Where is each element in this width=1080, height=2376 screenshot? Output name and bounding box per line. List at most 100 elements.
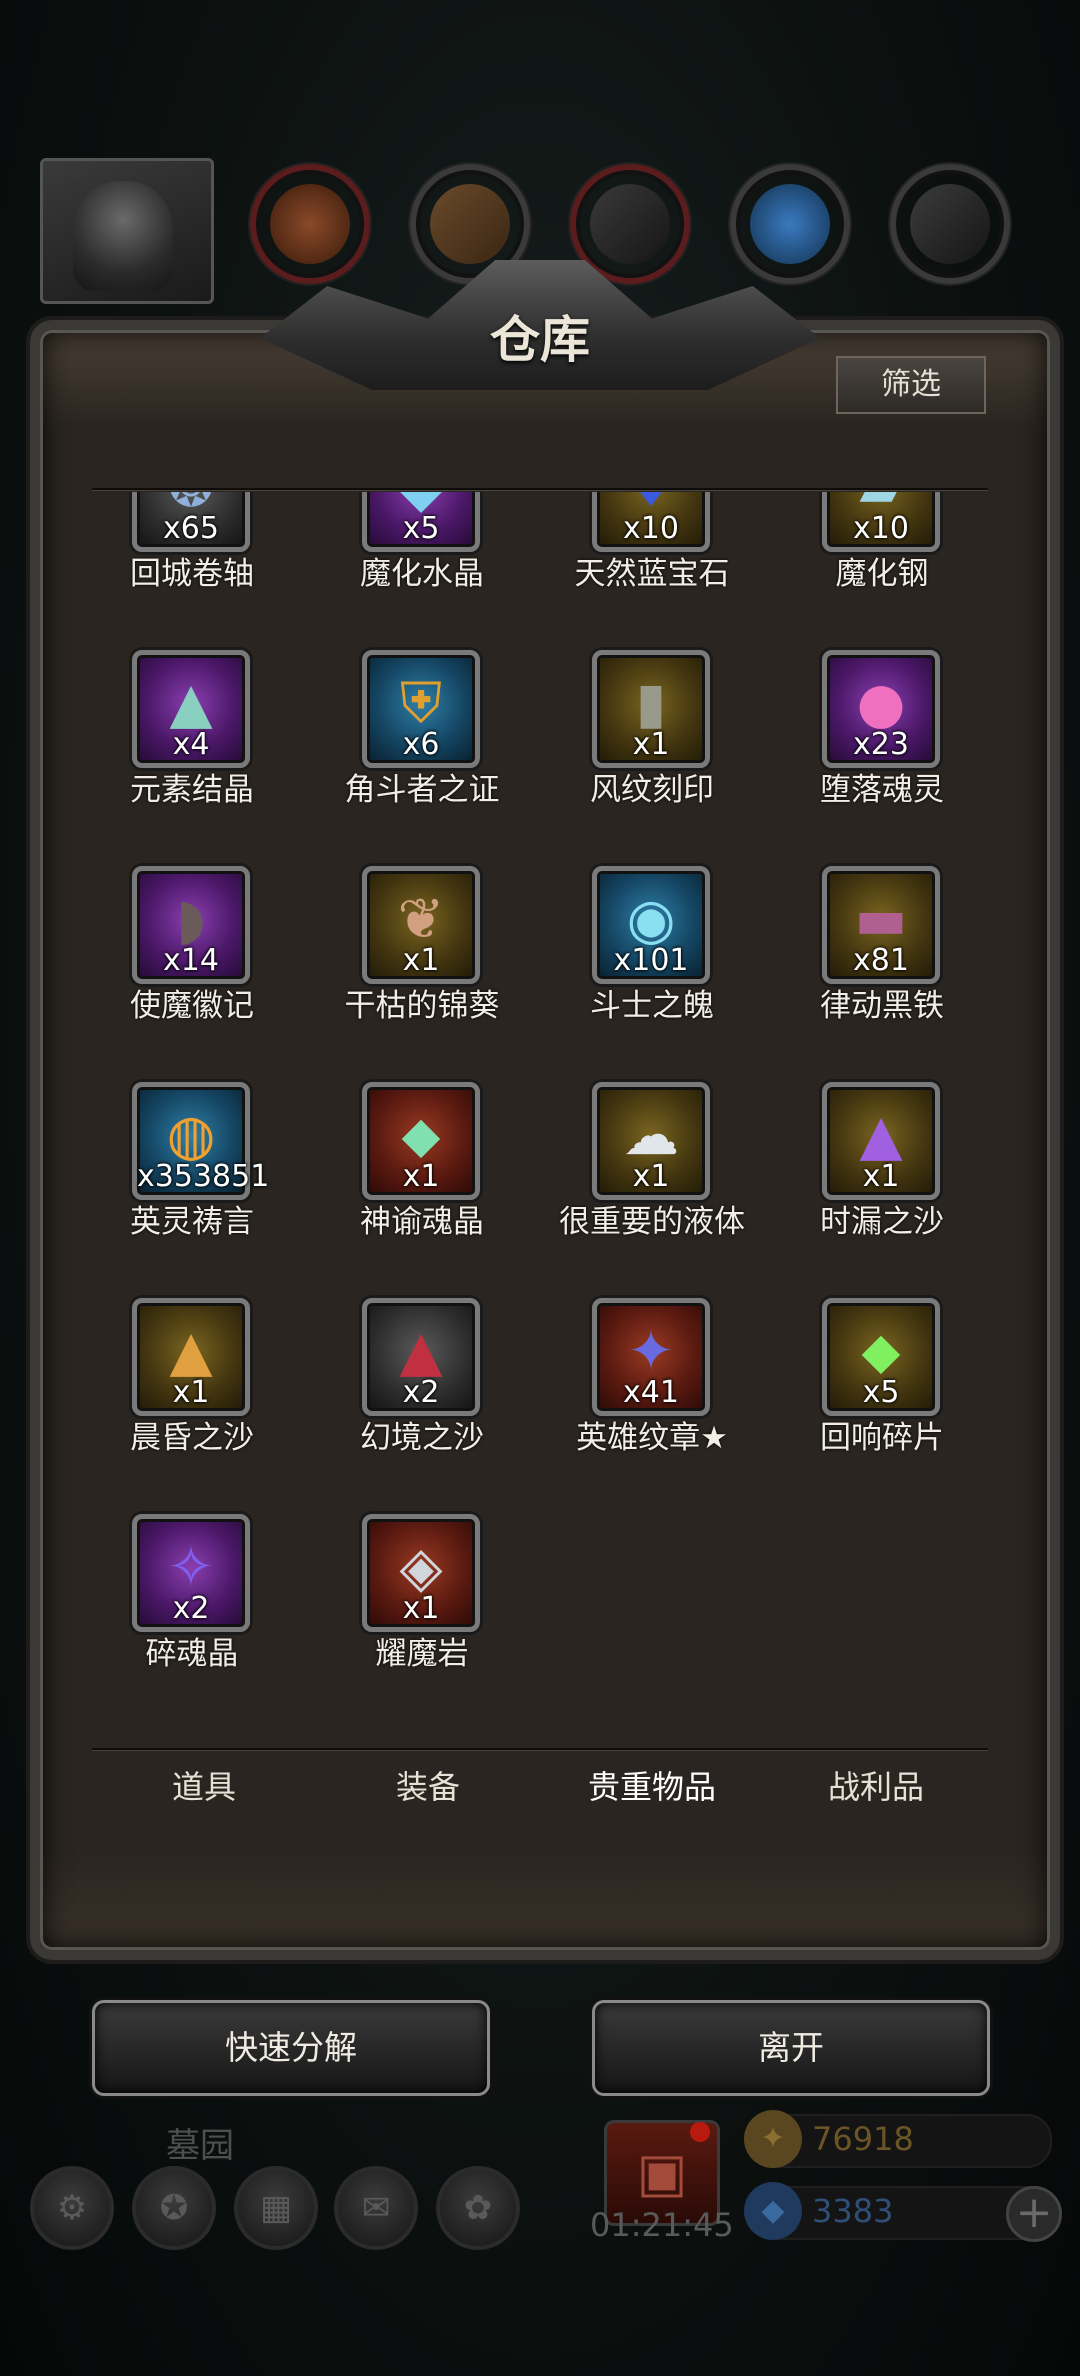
item-count: x81	[853, 943, 909, 978]
item-name: 堕落魂灵	[820, 772, 944, 808]
notification-dot	[690, 2122, 710, 2142]
warehouse-item[interactable]: ✧ x2 碎魂晶	[92, 1514, 292, 1674]
gem-amount: 3383	[812, 2192, 894, 2230]
warehouse-item[interactable]: ◆x5 魔化水晶	[322, 492, 522, 594]
item-count: x41	[623, 1375, 679, 1410]
hero-face-icon	[73, 181, 173, 291]
item-name: 天然蓝宝石	[574, 556, 730, 592]
item-name: 英灵祷言	[130, 1204, 254, 1240]
warehouse-item[interactable]: ◗ x14 使魔徽记	[92, 866, 292, 1026]
item-count: x101	[613, 943, 689, 978]
wood-icon	[430, 184, 510, 264]
warehouse-item[interactable]: ▮ x1 风纹刻印	[552, 650, 752, 810]
item-count: x5	[402, 511, 440, 546]
gem-icon: ◆	[744, 2182, 802, 2240]
star-badge-icon[interactable]: ✪	[132, 2166, 216, 2250]
item-slot: ▮ x1	[592, 650, 710, 768]
category-ore-button[interactable]	[250, 164, 370, 284]
tab-props[interactable]: 道具	[92, 1762, 316, 1808]
item-slot: ◍ x353851	[132, 1082, 270, 1200]
warehouse-item[interactable]: ▲ x2 幻境之沙	[322, 1298, 522, 1458]
item-count: x4	[172, 727, 210, 762]
warehouse-item[interactable]: ❦ x1 干枯的锦葵	[322, 866, 522, 1026]
tab-valuables[interactable]: 贵重物品	[540, 1762, 764, 1808]
location-label: 墓园	[166, 2126, 234, 2166]
crystal-icon	[750, 184, 830, 264]
item-count: x2	[172, 1591, 210, 1626]
warehouse-item[interactable]: ▰x10 魔化钢	[782, 492, 982, 594]
panel-title: 仓库	[490, 310, 590, 369]
category-metal-button[interactable]	[890, 164, 1010, 284]
item-count: x1	[402, 1591, 440, 1626]
item-slot: ▬ x81	[822, 866, 940, 984]
filter-button[interactable]: 筛选	[836, 356, 986, 414]
item-name: 回响碎片	[820, 1420, 944, 1456]
gold-coin-icon: ✦	[744, 2110, 802, 2168]
warehouse-item[interactable]: ☁ x1 很重要的液体	[552, 1082, 752, 1242]
warehouse-item[interactable]: ▲ x1 晨昏之沙	[92, 1298, 292, 1458]
warehouse-item[interactable]: ▬ x81 律动黑铁	[782, 866, 982, 1026]
tab-equipment[interactable]: 装备	[316, 1762, 540, 1808]
item-count: x1	[862, 1159, 900, 1194]
item-count: x1	[632, 727, 670, 762]
social-icon[interactable]: ✿	[436, 2166, 520, 2250]
item-name: 干枯的锦葵	[344, 988, 500, 1024]
item-name: 幻境之沙	[360, 1420, 484, 1456]
leave-button[interactable]: 离开	[592, 2000, 990, 2096]
warehouse-item[interactable]: ❂x65 回城卷轴	[92, 492, 292, 594]
item-name: 魔化水晶	[360, 556, 484, 592]
warehouse-item[interactable]: ⬥ x5 回响碎片	[782, 1298, 982, 1458]
tab-loot[interactable]: 战利品	[764, 1762, 988, 1808]
item-slot: ● x23	[822, 650, 940, 768]
item-count: x10	[623, 511, 679, 546]
item-name: 元素结晶	[130, 772, 254, 808]
warehouse-item[interactable]: ◈ x1 耀魔岩	[322, 1514, 522, 1674]
item-count: x1	[402, 943, 440, 978]
category-crystal-button[interactable]	[730, 164, 850, 284]
item-slot: ▲ x2	[362, 1298, 480, 1416]
warehouse-item[interactable]: ▲ x4 元素结晶	[92, 650, 292, 810]
item-count: x6	[402, 727, 440, 762]
metal-icon	[910, 184, 990, 264]
warehouse-item[interactable]: ● x23 堕落魂灵	[782, 650, 982, 810]
item-slot: ▰x10	[822, 492, 940, 552]
item-slot: ▲ x4	[132, 650, 250, 768]
hero-portrait[interactable]	[40, 158, 214, 304]
item-slot: ⬥ x5	[822, 1298, 940, 1416]
gold-amount: 76918	[812, 2120, 914, 2158]
item-name: 斗士之魄	[590, 988, 714, 1024]
item-count: x5	[862, 1375, 900, 1410]
warehouse-item[interactable]: ◉ x101 斗士之魄	[552, 866, 752, 1026]
item-name: 使魔徽记	[130, 988, 254, 1024]
warehouse-item[interactable]: ▲ x1 时漏之沙	[782, 1082, 982, 1242]
item-slot: ▲ x1	[132, 1298, 250, 1416]
add-currency-button[interactable]: +	[1006, 2186, 1062, 2242]
warehouse-item[interactable]: ⛨ x6 角斗者之证	[322, 650, 522, 810]
warehouse-item[interactable]: ◍ x353851 英灵祷言	[92, 1082, 292, 1242]
quick-decompose-button[interactable]: 快速分解	[92, 2000, 490, 2096]
stone-icon	[590, 184, 670, 264]
item-grid[interactable]: ❂x65 回城卷轴 ◆x5 魔化水晶 ♦x10 天然蓝宝石 ▰x10 魔化钢 ▲x4 元素结晶 ⛨x…	[92, 492, 988, 1742]
item-name: 风纹刻印	[590, 772, 714, 808]
tab-bar: 道具 装备 贵重物品 战利品	[92, 1750, 988, 1900]
warehouse-item[interactable]: ♦x10 天然蓝宝石	[552, 492, 752, 594]
item-name: 晨昏之沙	[130, 1420, 254, 1456]
item-name: 耀魔岩	[375, 1636, 469, 1672]
mail-icon[interactable]: ✉	[334, 2166, 418, 2250]
item-name: 神谕魂晶	[360, 1204, 484, 1240]
warehouse-item[interactable]: ✦ x41 英雄纹章★	[552, 1298, 752, 1458]
settings-gear-icon[interactable]: ⚙	[30, 2166, 114, 2250]
item-count: x1	[172, 1375, 210, 1410]
item-slot: ◉ x101	[592, 866, 710, 984]
item-count: x14	[163, 943, 219, 978]
item-slot: ⛨ x6	[362, 650, 480, 768]
item-count: x1	[402, 1159, 440, 1194]
gift-timer: 01:21:45	[590, 2206, 734, 2244]
item-slot: ☁ x1	[592, 1082, 710, 1200]
warehouse-item[interactable]: ⬥ x1 神谕魂晶	[322, 1082, 522, 1242]
item-count: x353851	[137, 1159, 270, 1194]
item-slot: ✧ x2	[132, 1514, 250, 1632]
ranking-icon[interactable]: ▦	[234, 2166, 318, 2250]
item-name: 很重要的液体	[559, 1204, 745, 1240]
item-name: 角斗者之证	[344, 772, 500, 808]
